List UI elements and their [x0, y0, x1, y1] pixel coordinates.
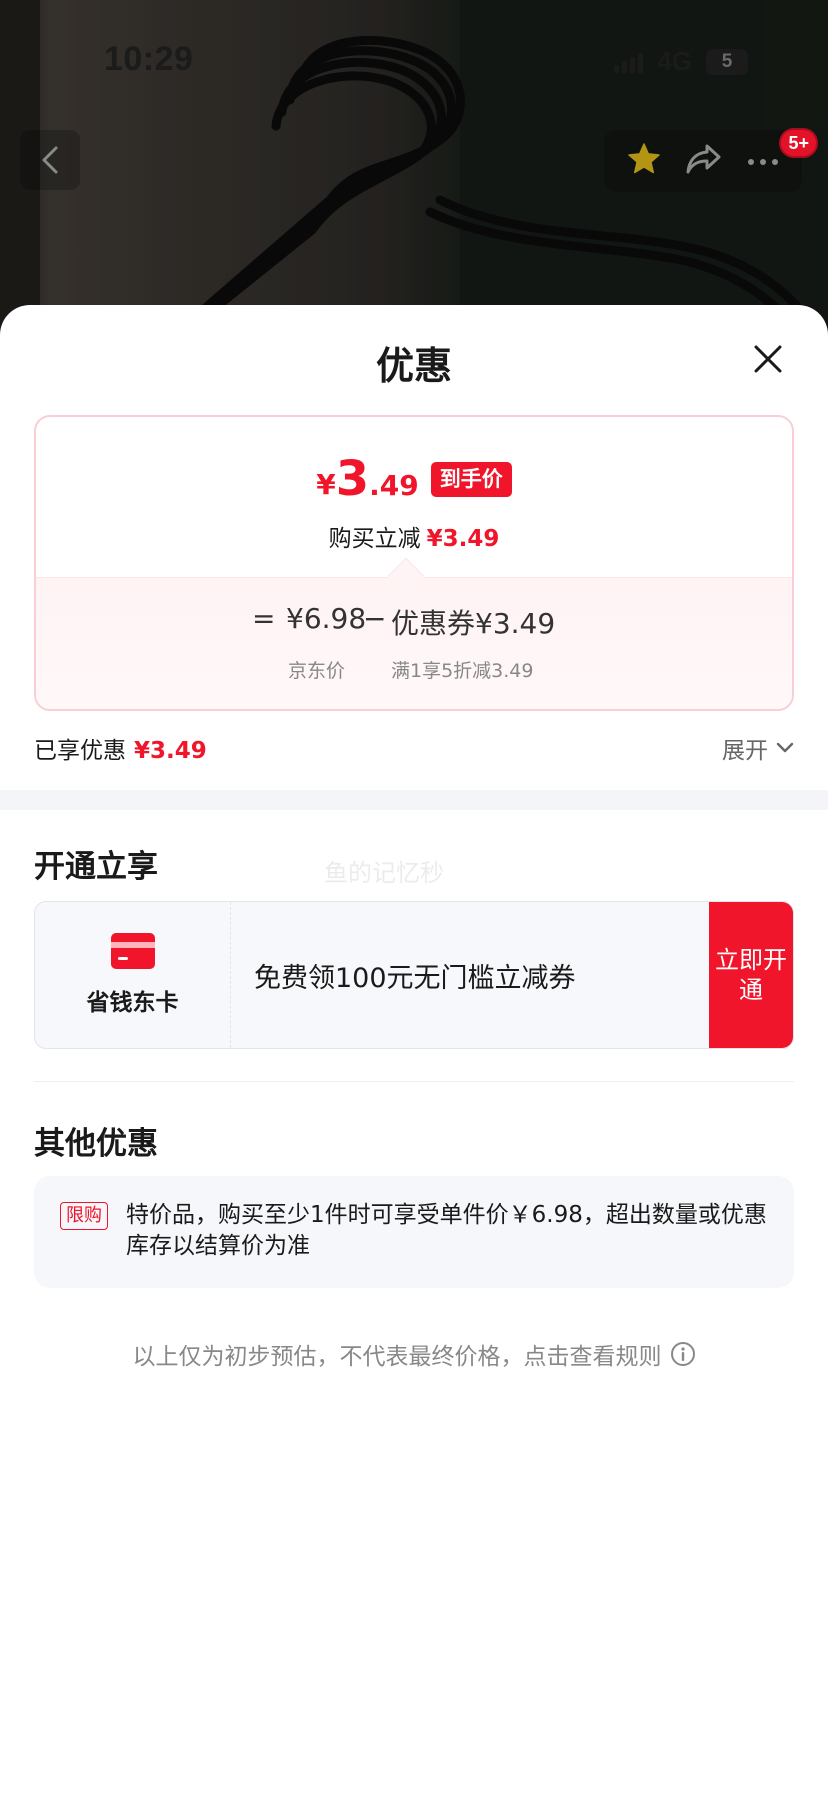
- equals-sign: =: [252, 602, 276, 635]
- final-price-row: ¥ 3 .49 到手价: [36, 455, 792, 503]
- back-arrow-icon: [42, 146, 58, 174]
- disclaimer-row[interactable]: 以上仅为初步预估，不代表最终价格，点击查看规则: [0, 1337, 828, 1371]
- status-time: 10:29: [104, 40, 194, 78]
- final-price-integer: 3: [335, 451, 370, 507]
- final-price-tag: 到手价: [430, 461, 512, 497]
- more-icon: [748, 158, 779, 165]
- thin-divider: [34, 1081, 794, 1082]
- jd-price: ¥6.98: [286, 602, 367, 635]
- share-icon: [686, 144, 721, 174]
- share-button[interactable]: [685, 142, 723, 180]
- applied-label: 已享优惠: [34, 738, 126, 764]
- jd-price-label: 京东价: [288, 660, 346, 682]
- instant-reduce-amount: ¥3.49: [426, 526, 500, 552]
- favorite-button[interactable]: [626, 141, 662, 181]
- info-icon: [670, 1342, 695, 1366]
- minus-sign: −: [363, 602, 387, 635]
- final-price-area: ¥ 3 .49 到手价 购买立减 ¥3.49: [36, 417, 792, 577]
- expand-button[interactable]: 展开: [722, 731, 794, 765]
- limit-tag: 限购: [60, 1202, 108, 1230]
- price-calculation-area: = ¥6.98 − 优惠券¥3.49 京东价 满1享5折减3.49: [36, 577, 792, 709]
- savings-card-description: 免费领100元无门槛立减券: [254, 963, 576, 994]
- close-button[interactable]: [752, 343, 784, 375]
- other-discount-text: 特价品，购买至少1件时可享受单件价￥6.98，超出数量或优惠库存以结算价为准: [126, 1202, 767, 1260]
- savings-card-offer[interactable]: 省钱东卡 免费领100元无门槛立减券 立即开通: [34, 901, 794, 1049]
- final-price-decimal: .49: [369, 469, 419, 502]
- instant-reduce-label: 购买立减: [328, 526, 421, 552]
- other-section-title: 其他优惠: [34, 1126, 158, 1162]
- disclaimer-text: 以上仅为初步预估，不代表最终价格，点击查看规则: [132, 1344, 662, 1370]
- status-indicators: 4G 5: [614, 46, 748, 77]
- chevron-down-icon: [776, 742, 794, 753]
- more-button[interactable]: [746, 152, 780, 171]
- close-icon: [754, 345, 782, 373]
- section-divider: [0, 790, 828, 810]
- network-label: 4G: [657, 46, 692, 76]
- final-price-currency: ¥: [316, 468, 336, 501]
- applied-amount: ¥3.49: [134, 738, 207, 764]
- savings-card-badge: 省钱东卡: [35, 902, 231, 1048]
- back-button[interactable]: [20, 130, 80, 190]
- signal-icon: [614, 51, 644, 73]
- applied-discount-row: 已享优惠 ¥3.49 展开: [34, 731, 794, 767]
- cart-badge: 5+: [779, 128, 818, 158]
- open-section-title: 开通立享: [34, 849, 158, 885]
- battery-icon: 5: [706, 48, 748, 75]
- expand-label: 展开: [722, 738, 768, 764]
- price-breakdown-card: ¥ 3 .49 到手价 购买立减 ¥3.49 = ¥6.98 − 优惠券¥3.49…: [34, 415, 794, 711]
- instant-reduce-row: 购买立减 ¥3.49: [36, 519, 792, 553]
- product-image-backdrop: 10:29 4G 5 5+: [0, 0, 828, 340]
- coupon-amount: 优惠券¥3.49: [391, 607, 556, 640]
- discount-sheet: 优惠 ¥ 3 .49 到手价 购买立减 ¥3.49 = ¥6.98 − 优惠券¥…: [0, 305, 828, 1796]
- other-discount-box: 限购 特价品，购买至少1件时可享受单件价￥6.98，超出数量或优惠库存以结算价为…: [34, 1176, 794, 1288]
- coupon-description: 满1享5折减3.49: [391, 660, 534, 682]
- final-price: ¥ 3 .49: [316, 455, 419, 503]
- savings-card-name: 省钱东卡: [86, 990, 179, 1016]
- star-icon: [627, 143, 660, 174]
- sheet-title: 优惠: [375, 344, 452, 388]
- watermark-text: 鱼的记忆秒: [324, 859, 444, 887]
- credit-card-icon: [110, 933, 155, 969]
- top-action-cluster: [604, 130, 802, 192]
- open-now-button[interactable]: 立即开通: [709, 902, 793, 1048]
